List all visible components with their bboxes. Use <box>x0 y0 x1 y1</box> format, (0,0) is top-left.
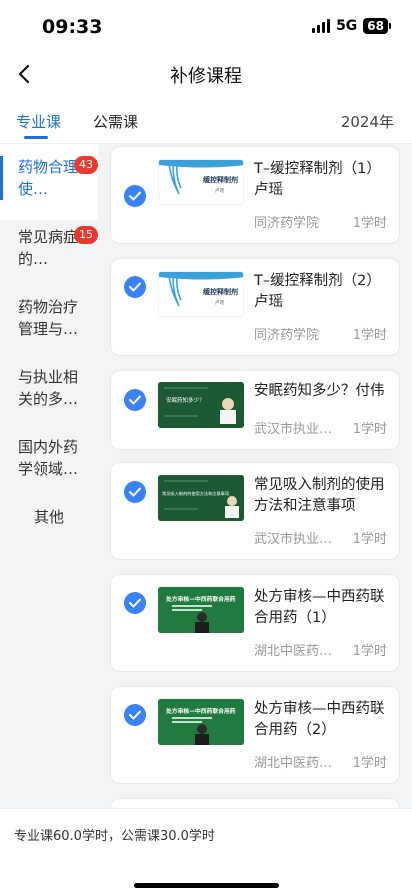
course-title: 处方审核—中西药联合用药（2） <box>254 701 385 738</box>
course-hours: 1学时 <box>352 756 387 771</box>
course-org: 武汉市执业… <box>254 422 333 437</box>
course-card[interactable]: 缓控释制剂 卢瑶 T–缓控释制剂（1）卢瑶 同济药学院 1学时 <box>110 146 400 244</box>
tab-professional[interactable]: 专业课 <box>16 111 61 132</box>
course-org: 湖北中医药… <box>254 756 333 771</box>
course-thumbnail: 缓控释制剂 卢瑶 <box>158 271 244 317</box>
category-sidebar: 药物合理使… 43 常见病症的… 15 药物治疗管理与… 与执业相关的多… 国内… <box>0 144 98 808</box>
course-card[interactable] <box>110 798 400 808</box>
sidebar-item-pharmacy-field[interactable]: 国内外药学领域… <box>0 424 98 500</box>
course-title: 处方审核—中西药联合用药（1） <box>254 589 385 626</box>
nav-bar: 补修课程 <box>0 54 412 94</box>
hours-summary: 专业课60.0学时，公需课30.0学时 <box>14 829 215 844</box>
sidebar-item-label: 与执业相关的多… <box>18 368 79 408</box>
status-icons: 5G 68 <box>312 18 391 34</box>
thumbnail-subtitle: 卢瑶 <box>215 299 224 306</box>
status-time: 09:33 <box>42 16 103 38</box>
tab-public[interactable]: 公需课 <box>93 111 138 132</box>
sidebar-item-rational-use[interactable]: 药物合理使… 43 <box>0 144 98 220</box>
footer-summary: 专业课60.0学时，公需课30.0学时 <box>0 808 412 896</box>
check-icon[interactable] <box>124 185 146 207</box>
year-selector[interactable]: 2024年 <box>341 111 394 132</box>
check-icon[interactable] <box>124 389 146 411</box>
course-org: 同济药学院 <box>254 216 320 231</box>
battery-icon: 68 <box>363 18 391 34</box>
course-card[interactable]: 处方审核—中西药联合用药 处方审核—中西药联合用药（2） 湖北中医药… 1学时 <box>110 686 400 784</box>
thumbnail-title: 处方审核—中西药联合用药 <box>165 707 236 715</box>
sidebar-item-common-diseases[interactable]: 常见病症的… 15 <box>0 214 98 290</box>
course-hours: 1学时 <box>352 532 387 547</box>
check-icon[interactable] <box>124 481 146 503</box>
network-label: 5G <box>336 18 358 34</box>
sidebar-item-label: 其他 <box>33 508 64 526</box>
course-org: 武汉市执业… <box>254 532 333 547</box>
course-thumbnail: 处方审核—中西药联合用药 <box>158 699 244 745</box>
thumbnail-title: 缓控释制剂 <box>202 175 238 184</box>
thumbnail-title: 常见吸入制剂的使用方法和注意事项 <box>162 490 230 497</box>
course-card[interactable]: 处方审核—中西药联合用药 处方审核—中西药联合用药（1） 湖北中医药… 1学时 <box>110 574 400 672</box>
course-hours: 1学时 <box>352 328 387 343</box>
tab-bar: 专业课 公需课 2024年 <box>0 94 412 144</box>
check-icon[interactable] <box>124 276 146 298</box>
course-hours: 1学时 <box>352 422 387 437</box>
course-card[interactable]: 安眠药知多少？ 安眠药知多少？付伟 武汉市执业… 1学时 <box>110 370 400 450</box>
signal-icon <box>312 19 331 33</box>
sidebar-item-label: 国内外药学领域… <box>18 438 79 478</box>
sidebar-item-therapy-management[interactable]: 药物治疗管理与… <box>0 284 98 360</box>
thumbnail-subtitle: 卢瑶 <box>215 187 224 194</box>
course-org: 同济药学院 <box>254 328 320 343</box>
check-icon[interactable] <box>124 592 146 614</box>
thumbnail-title: 处方审核—中西药联合用药 <box>165 595 236 603</box>
tab-underline <box>24 136 48 139</box>
thumbnail-title: 安眠药知多少？ <box>166 396 205 404</box>
course-title: T–缓控释制剂（1）卢瑶 <box>254 161 381 198</box>
sidebar-item-label: 药物治疗管理与… <box>18 298 79 338</box>
course-title: 常见吸入制剂的使用方法和注意事项 <box>254 477 385 514</box>
course-hours: 1学时 <box>352 644 387 659</box>
course-title: T–缓控释制剂（2）卢瑶 <box>254 273 381 310</box>
page-title: 补修课程 <box>170 66 242 87</box>
thumbnail-title: 缓控释制剂 <box>202 287 238 296</box>
course-thumbnail: 缓控释制剂 卢瑶 <box>158 159 244 205</box>
check-icon[interactable] <box>124 704 146 726</box>
status-bar: 09:33 5G 68 <box>0 0 412 54</box>
course-list: 缓控释制剂 卢瑶 T–缓控释制剂（1）卢瑶 同济药学院 1学时 缓控释制剂 卢瑶… <box>98 144 412 808</box>
course-card[interactable]: 常见吸入制剂的使用方法和注意事项 常见吸入制剂的使用方法和注意事项 武汉市执业…… <box>110 462 400 560</box>
sidebar-item-other[interactable]: 其他 <box>0 494 98 570</box>
course-thumbnail: 常见吸入制剂的使用方法和注意事项 <box>158 475 244 521</box>
course-title: 安眠药知多少？付伟 <box>254 383 385 399</box>
home-indicator[interactable] <box>134 883 279 888</box>
course-thumbnail: 安眠药知多少？ <box>158 382 244 428</box>
sidebar-item-practice-related[interactable]: 与执业相关的多… <box>0 354 98 430</box>
course-org: 湖北中医药… <box>254 644 333 659</box>
course-card[interactable]: 缓控释制剂 卢瑶 T–缓控释制剂（2）卢瑶 同济药学院 1学时 <box>110 258 400 356</box>
course-thumbnail: 处方审核—中西药联合用药 <box>158 587 244 633</box>
count-badge: 15 <box>74 226 98 244</box>
course-hours: 1学时 <box>352 216 387 231</box>
count-badge: 43 <box>74 156 98 174</box>
